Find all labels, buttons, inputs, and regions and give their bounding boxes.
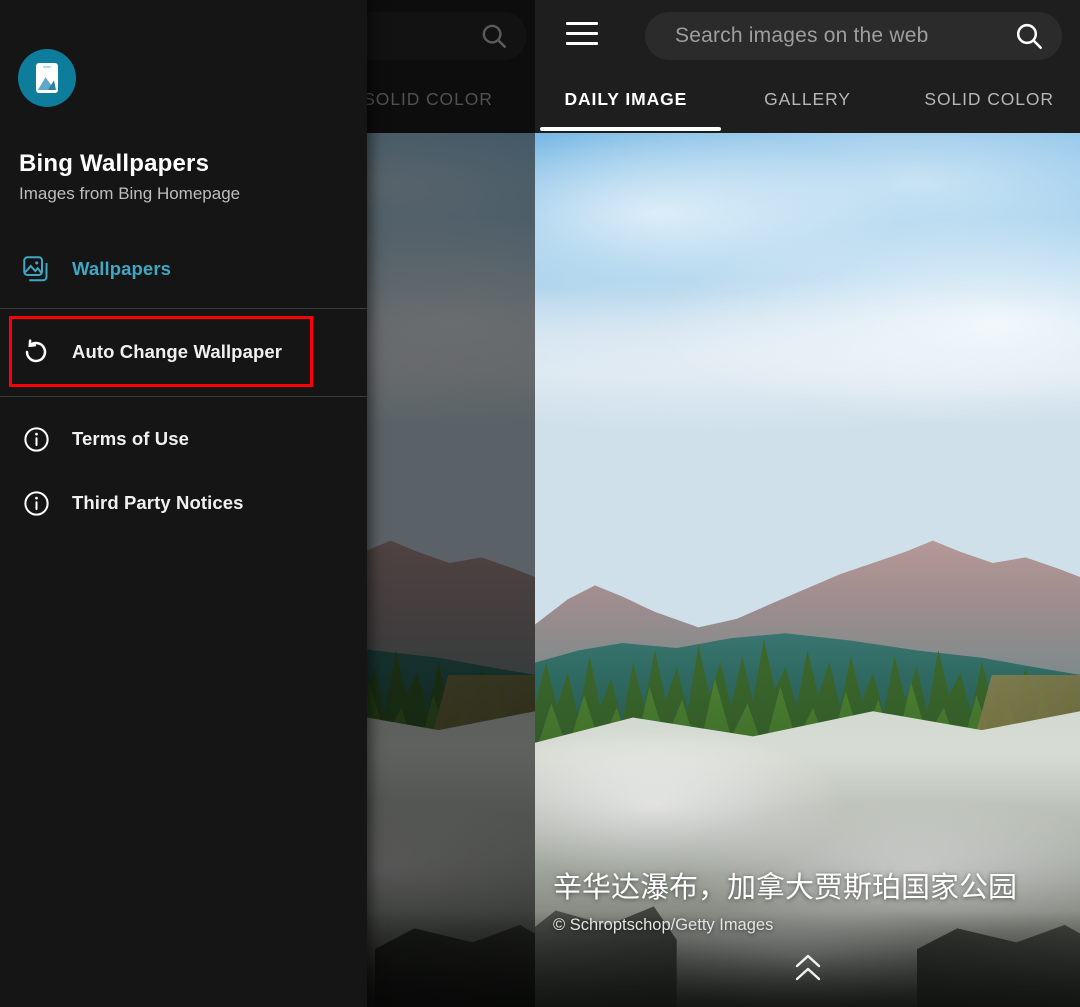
drawer-item-wallpapers[interactable]: Wallpapers	[0, 241, 367, 297]
chevron-double-up-icon[interactable]	[535, 951, 1080, 985]
app-window-main: Search images on the web DAILY IMAGE GAL…	[535, 0, 1080, 1007]
drawer-item-label: Terms of Use	[72, 428, 190, 449]
wallpaper-caption-credit: © Schroptschop/Getty Images	[553, 916, 774, 934]
drawer-item-label: Wallpapers	[72, 258, 172, 279]
tab-gallery[interactable]: GALLERY	[717, 72, 899, 133]
sky	[535, 133, 1080, 632]
search-icon[interactable]	[996, 20, 1062, 52]
search-bar[interactable]: Search images on the web	[645, 12, 1062, 60]
tab-solid-color[interactable]: SOLID COLOR	[898, 72, 1080, 133]
tab-bar: DAILY IMAGE GALLERY SOLID COLOR	[535, 72, 1080, 133]
caption-block: 辛华达瀑布，加拿大贾斯珀国家公园 © Schroptschop/Getty Im…	[553, 869, 1066, 935]
drawer-item-third-party-notices[interactable]: Third Party Notices	[0, 475, 367, 531]
drawer-divider-top	[0, 308, 367, 309]
search-input[interactable]: Search images on the web	[645, 24, 996, 48]
drawer-app-title: Bing Wallpapers	[19, 150, 210, 177]
drawer-app-subtitle: Images from Bing Homepage	[19, 184, 241, 203]
drawer-divider-bottom	[0, 396, 367, 397]
info-circle-icon	[0, 425, 72, 454]
app-logo-icon	[18, 49, 76, 107]
drawer-item-terms-of-use[interactable]: Terms of Use	[0, 411, 367, 467]
drawer-item-label: Third Party Notices	[72, 492, 244, 513]
active-tab-indicator	[540, 127, 721, 131]
drawer-item-auto-change-wallpaper[interactable]: Auto Change Wallpaper	[0, 324, 367, 380]
screen-root: b SOLID COLOR	[0, 0, 1080, 1007]
tab-daily-image[interactable]: DAILY IMAGE	[535, 72, 717, 133]
wallpaper-caption-title: 辛华达瀑布，加拿大贾斯珀国家公园	[553, 871, 1018, 904]
info-circle-icon	[0, 489, 72, 518]
drawer-item-label: Auto Change Wallpaper	[72, 341, 283, 362]
hamburger-menu-icon[interactable]	[566, 22, 598, 48]
app-window-with-drawer: b SOLID COLOR	[0, 0, 535, 1007]
rotate-ccw-icon	[0, 337, 72, 367]
image-stack-icon	[0, 254, 72, 284]
appbar: Search images on the web DAILY IMAGE GAL…	[535, 0, 1080, 133]
navigation-drawer: Bing Wallpapers Images from Bing Homepag…	[0, 0, 367, 1007]
